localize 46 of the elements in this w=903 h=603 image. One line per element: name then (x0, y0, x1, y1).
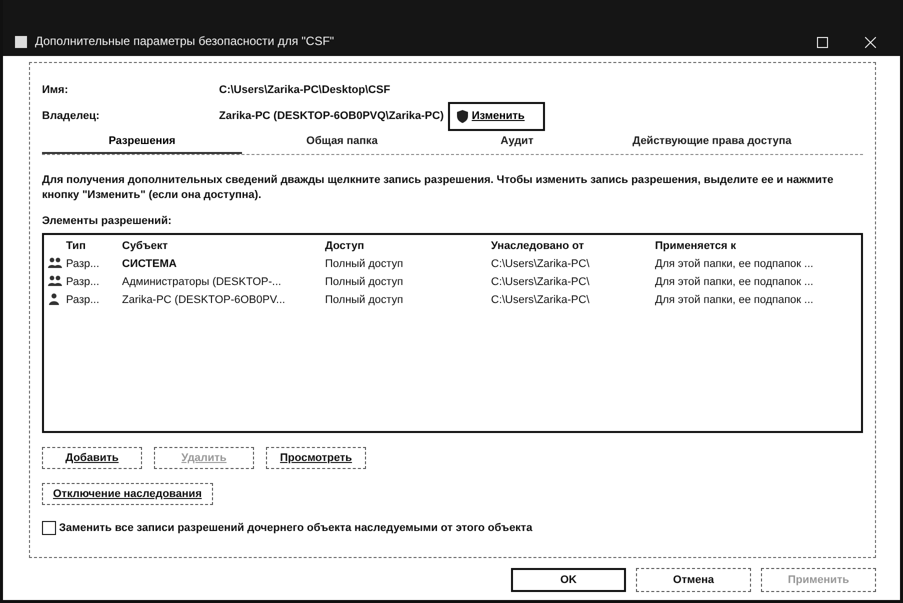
table-cell-text: C:\Users\Zarika-PC\ (491, 258, 590, 270)
field-label: Имя: (42, 84, 70, 96)
column-header: Доступ (325, 240, 366, 252)
column-header: Тип (66, 240, 87, 252)
tab[interactable]: Действующие права доступа (592, 131, 832, 154)
entry-button[interactable]: Добавить (42, 447, 142, 469)
table-cell-text: C:\Users\Zarika-PC\ (491, 276, 590, 288)
table-cell-text: Разр... (66, 258, 100, 270)
checkbox-label: Заменить все записи разрешений дочернего объекта наследуемыми от этого объекта (59, 522, 532, 534)
info-text: Для получения дополнительных сведений дважды щелкните запись разрешения. Чтобы изменить запись разрешения, выделите ее и нажмите кнопку "Изменить" (если она доступна). (42, 173, 834, 203)
users-icon (48, 274, 62, 286)
checkbox[interactable] (42, 521, 56, 535)
tab[interactable]: Разрешения (42, 131, 242, 154)
table-cell-text: C:\Users\Zarika-PC\ (491, 294, 590, 306)
table-cell-text: Для этой папки, ее подпапок ... (655, 276, 814, 288)
field-value: C:\Users\Zarika-PC\Desktop\CSF (219, 84, 390, 96)
window-icon (15, 36, 27, 48)
close-icon (864, 37, 876, 48)
table-cell-text: СИСТЕМА (122, 258, 178, 270)
users-icon (48, 256, 62, 268)
user-icon (48, 292, 60, 304)
tab[interactable]: Аудит (442, 131, 592, 154)
table-cell-text: Разр... (66, 294, 100, 306)
table-cell-text: Zarika-PC (DESKTOP-6OB0PV... (122, 294, 286, 306)
field-value: Zarika-PC (DESKTOP-6OB0PVQ\Zarika-PC) (219, 110, 444, 122)
dialog-button[interactable]: OK (511, 568, 626, 592)
table-cell-text: Для этой папки, ее подпапок ... (655, 258, 814, 270)
field-label: Владелец: (42, 110, 101, 122)
table-cell-text: Разр... (66, 276, 100, 288)
column-header: Субъект (122, 240, 169, 252)
shield-icon (456, 110, 469, 122)
table-cell-text: Полный доступ (325, 276, 404, 288)
maximize-icon (816, 37, 828, 48)
column-header: Применяется к (655, 240, 738, 252)
entry-button[interactable]: Просмотреть (266, 447, 366, 469)
table-cell-text: Полный доступ (325, 258, 404, 270)
table-cell-text: Администраторы (DESKTOP-... (122, 276, 282, 288)
disable-inheritance-button[interactable]: Отключение наследования (42, 483, 213, 505)
dialog-button[interactable]: Отмена (636, 568, 751, 592)
change-owner-button[interactable]: Изменить (448, 102, 545, 130)
window-title: Дополнительные параметры безопасности для "CSF" (35, 34, 336, 48)
table-cell-text: Полный доступ (325, 294, 404, 306)
tab[interactable]: Общая папка (242, 131, 442, 154)
table-cell-text: Для этой папки, ее подпапок ... (655, 294, 814, 306)
column-header: Унаследовано от (491, 240, 585, 252)
section-label: Элементы разрешений: (42, 215, 172, 227)
